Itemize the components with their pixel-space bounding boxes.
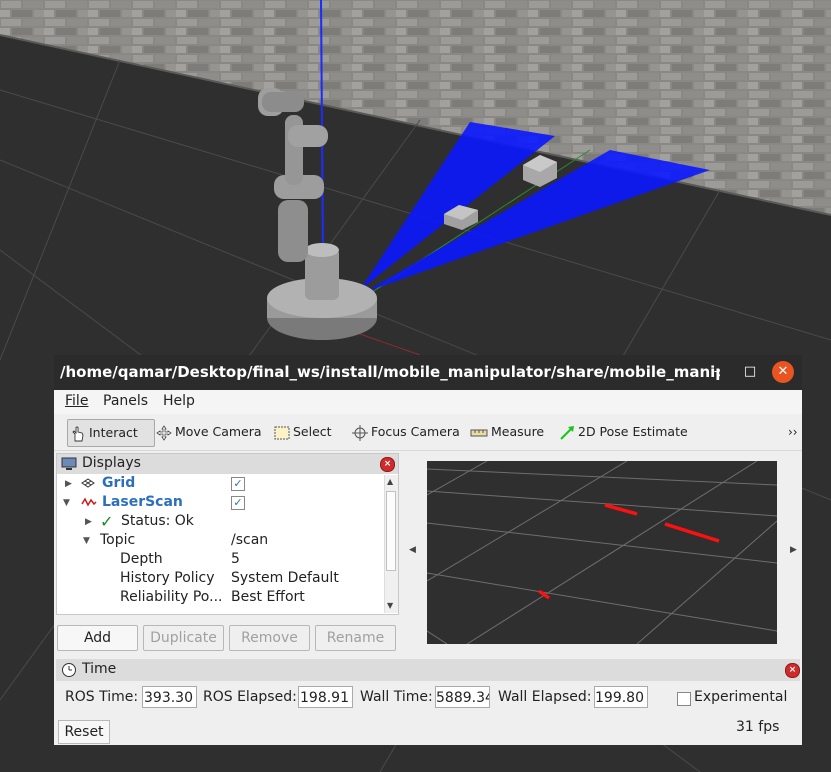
- close-window-icon[interactable]: ✕: [772, 361, 794, 383]
- property-row-topic[interactable]: ▼ Topic /scan: [57, 532, 383, 551]
- minimize-icon[interactable]: –: [706, 361, 728, 383]
- ros-time-field[interactable]: 393.30: [142, 686, 197, 708]
- time-title: Time: [82, 661, 117, 677]
- ros-elapsed-label: ROS Elapsed:: [203, 689, 297, 705]
- pose-estimate-label: 2D Pose Estimate: [578, 424, 688, 439]
- laser-scan-points: [537, 503, 720, 600]
- history-policy-label: History Policy: [120, 570, 215, 586]
- focus-camera-tool-button[interactable]: Focus Camera: [352, 419, 460, 445]
- collapse-left-icon[interactable]: ◀: [409, 545, 416, 555]
- status-label: Status: Ok: [121, 513, 194, 529]
- collapse-right-icon[interactable]: ▶: [790, 545, 797, 555]
- green-arrow-icon: [560, 425, 574, 440]
- expand-arrow-icon[interactable]: ▶: [65, 479, 72, 489]
- wall-time-field[interactable]: 5889.34: [435, 686, 490, 708]
- monitor-icon: [61, 457, 77, 470]
- interact-label: Interact: [89, 425, 138, 440]
- clock-icon: [62, 663, 76, 677]
- history-policy-value[interactable]: System Default: [231, 570, 339, 586]
- time-panel-header: Time ×: [56, 659, 800, 681]
- grid-label: Grid: [102, 475, 136, 491]
- expand-arrow-icon[interactable]: ▶: [85, 517, 92, 527]
- experimental-checkbox[interactable]: [677, 692, 691, 706]
- topic-label: Topic: [100, 532, 136, 548]
- move-camera-tool-button[interactable]: Move Camera: [156, 419, 262, 445]
- add-display-button[interactable]: Add: [57, 625, 138, 651]
- depth-value[interactable]: 5: [231, 551, 240, 567]
- displays-header: Displays ×: [57, 454, 398, 474]
- grid-render: [427, 461, 777, 644]
- toolbar-overflow-icon[interactable]: ››: [788, 419, 798, 445]
- scrollbar-thumb[interactable]: [386, 491, 396, 571]
- ros-time-label: ROS Time:: [65, 689, 139, 705]
- collapse-arrow-icon[interactable]: ▼: [83, 536, 90, 546]
- fps-counter: 31 fps: [736, 719, 780, 735]
- wall-elapsed-label: Wall Elapsed:: [498, 689, 592, 705]
- duplicate-display-button[interactable]: Duplicate: [143, 625, 224, 651]
- move-camera-label: Move Camera: [175, 424, 262, 439]
- scroll-up-icon[interactable]: ▲: [387, 477, 393, 486]
- ruler-icon: [470, 429, 488, 436]
- menu-bar: File Panels Help: [54, 390, 802, 414]
- remove-display-button[interactable]: Remove: [229, 625, 310, 651]
- window-titlebar[interactable]: /home/qamar/Desktop/final_ws/install/mob…: [54, 355, 802, 390]
- experimental-label: Experimental: [694, 689, 788, 705]
- property-row-depth[interactable]: Depth 5: [57, 551, 383, 570]
- rviz-window: /home/qamar/Desktop/final_ws/install/mob…: [54, 355, 802, 745]
- crosshair-icon: [352, 424, 368, 441]
- reliability-label: Reliability Po...: [120, 589, 223, 605]
- maximize-icon[interactable]: □: [739, 361, 761, 383]
- display-row-laserscan[interactable]: ▼ LaserScan ✓: [57, 494, 383, 513]
- interact-tool-button[interactable]: Interact: [67, 419, 155, 447]
- measure-label: Measure: [491, 424, 545, 439]
- laserscan-label: LaserScan: [102, 494, 183, 510]
- displays-title: Displays: [82, 455, 141, 471]
- grid-checkbox[interactable]: ✓: [231, 477, 245, 491]
- wall-time-label: Wall Time:: [360, 689, 433, 705]
- scroll-down-icon[interactable]: ▼: [387, 601, 393, 610]
- property-row-history-policy[interactable]: History Policy System Default: [57, 570, 383, 589]
- displays-panel: Displays × ▶ Grid ✓ ▼ LaserScan ✓ ▶ ✓ St…: [56, 453, 399, 615]
- close-panel-icon[interactable]: ×: [380, 457, 395, 472]
- depth-label: Depth: [120, 551, 163, 567]
- laser-wave-icon: [81, 497, 97, 507]
- display-row-grid[interactable]: ▶ Grid ✓: [57, 475, 383, 494]
- menu-panels[interactable]: Panels: [103, 393, 148, 409]
- close-panel-icon[interactable]: ×: [785, 663, 800, 678]
- select-tool-button[interactable]: Select: [274, 419, 332, 445]
- rename-display-button[interactable]: Rename: [315, 625, 396, 651]
- reset-button[interactable]: Reset: [58, 720, 110, 744]
- toolbar: Interact Move Camera Select Focus Camera…: [54, 414, 802, 451]
- laserscan-checkbox[interactable]: ✓: [231, 496, 245, 510]
- reliability-value[interactable]: Best Effort: [231, 589, 305, 605]
- render-3d-view[interactable]: [427, 461, 777, 644]
- displays-scrollbar[interactable]: ▲ ▼: [384, 475, 398, 613]
- hand-pointer-icon: [72, 426, 84, 441]
- ros-elapsed-field[interactable]: 198.91: [298, 686, 353, 708]
- menu-file[interactable]: File: [65, 393, 88, 409]
- window-title: /home/qamar/Desktop/final_ws/install/mob…: [60, 363, 720, 381]
- property-row-status[interactable]: ▶ ✓ Status: Ok: [57, 512, 383, 532]
- measure-tool-button[interactable]: Measure: [470, 419, 544, 445]
- pose-estimate-tool-button[interactable]: 2D Pose Estimate: [559, 419, 688, 445]
- move-arrows-icon: [156, 424, 172, 441]
- grid-icon: [81, 478, 95, 488]
- selection-box-icon: [274, 426, 290, 439]
- property-row-reliability[interactable]: Reliability Po... Best Effort: [57, 589, 383, 608]
- select-label: Select: [293, 424, 332, 439]
- checkmark-icon: ✓: [100, 512, 114, 531]
- collapse-arrow-icon[interactable]: ▼: [63, 498, 70, 508]
- wall-elapsed-field[interactable]: 199.80: [594, 686, 648, 708]
- topic-value[interactable]: /scan: [231, 532, 268, 548]
- focus-camera-label: Focus Camera: [371, 424, 460, 439]
- menu-help[interactable]: Help: [163, 393, 195, 409]
